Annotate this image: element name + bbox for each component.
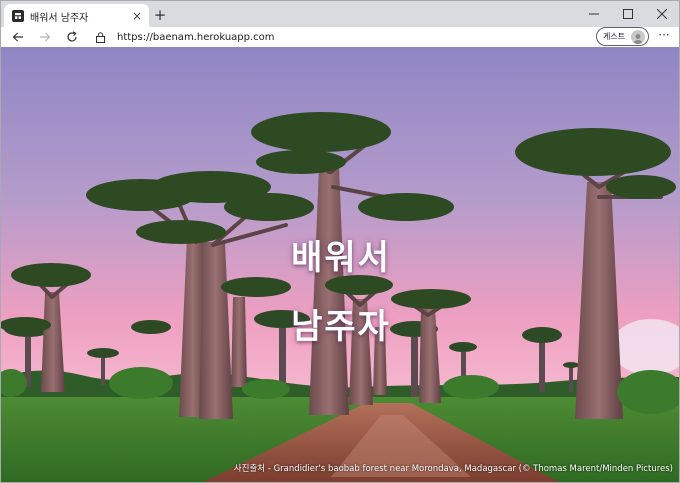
page-content: 배워서 남주자 사진출처 - Grandidier's baobab fores…: [0, 47, 680, 483]
lock-icon[interactable]: [93, 30, 107, 44]
profile-label: 게스트: [603, 32, 626, 41]
arrow-left-icon: [12, 32, 23, 42]
avatar-icon: [631, 29, 646, 44]
new-tab-button[interactable]: +: [152, 6, 168, 24]
close-window-button[interactable]: [645, 1, 679, 27]
more-options-button[interactable]: ···: [655, 28, 673, 46]
minimize-button[interactable]: [577, 1, 611, 27]
site-favicon-icon: [12, 10, 24, 22]
tab-title: 배워서 남주자: [30, 12, 89, 24]
browser-titlebar: 배워서 남주자 × +: [0, 0, 680, 28]
maximize-icon: [623, 9, 633, 19]
minimize-icon: [589, 13, 599, 15]
hero-title-line2: 남주자: [291, 307, 391, 347]
close-tab-icon[interactable]: ×: [129, 10, 145, 22]
forward-button[interactable]: [35, 28, 55, 46]
hero-title-line1: 배워서: [291, 238, 391, 278]
refresh-button[interactable]: [62, 28, 82, 46]
profile-button[interactable]: 게스트: [596, 27, 649, 46]
arrow-right-icon: [40, 32, 51, 42]
address-bar[interactable]: https://baenam.herokuapp.com: [89, 28, 589, 46]
maximize-button[interactable]: [611, 1, 645, 27]
browser-tab-active[interactable]: 배워서 남주자 ×: [4, 4, 149, 28]
photo-credit: 사진출처 - Grandidier's baobab forest near M…: [233, 464, 673, 474]
url-text[interactable]: https://baenam.herokuapp.com: [117, 32, 275, 43]
close-icon: [657, 9, 667, 19]
refresh-icon: [67, 31, 77, 42]
browser-toolbar: https://baenam.herokuapp.com 게스트 ···: [0, 27, 680, 47]
window-controls: [577, 1, 679, 27]
back-button[interactable]: [8, 28, 28, 46]
